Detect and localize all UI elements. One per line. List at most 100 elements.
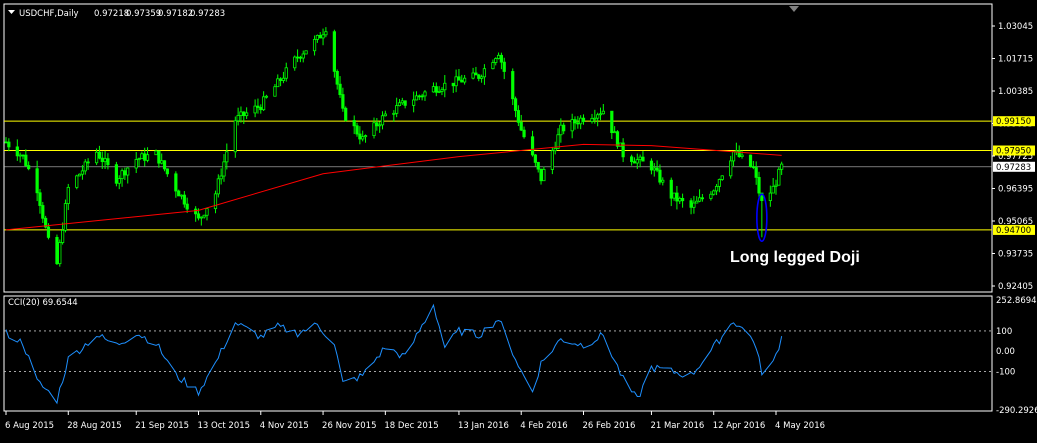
candle-body xyxy=(601,110,605,115)
candle-body xyxy=(264,95,269,98)
candle-body xyxy=(165,168,169,175)
candle-body xyxy=(273,86,277,97)
candle-body xyxy=(222,161,226,177)
candle-body xyxy=(714,185,719,192)
candle-body xyxy=(58,242,62,265)
candle-body xyxy=(75,175,79,188)
candle-body xyxy=(635,159,639,164)
cci-tick-label: -100 xyxy=(996,367,1015,377)
candle-body xyxy=(757,177,761,194)
candle-body xyxy=(579,117,583,125)
candle-body xyxy=(233,120,237,153)
moving-average-line xyxy=(5,143,782,231)
candle-body xyxy=(114,164,119,184)
candle-body xyxy=(479,76,484,79)
candle-body xyxy=(157,150,161,164)
candle-body xyxy=(321,34,325,39)
candle-body xyxy=(460,79,464,83)
candle-body xyxy=(18,154,22,157)
cci-line xyxy=(5,303,783,405)
candle-body xyxy=(182,194,186,205)
candle-body xyxy=(397,102,402,107)
candle-body xyxy=(259,107,263,111)
date-tick-label: 26 Feb 2016 xyxy=(583,421,636,431)
candle-body xyxy=(35,168,39,194)
candle-body xyxy=(355,125,359,135)
cci-tick-label: 0.00 xyxy=(996,347,1015,357)
candle-body xyxy=(61,229,65,243)
date-tick-label: 13 Oct 2015 xyxy=(198,421,251,431)
candle-body xyxy=(253,105,257,114)
candle-body xyxy=(598,113,603,116)
date-tick-label: 18 Dec 2015 xyxy=(384,421,438,431)
candle-body xyxy=(630,156,634,162)
candle-body xyxy=(491,62,495,70)
ohlc-low: 0.97182 xyxy=(158,9,193,19)
candle-body xyxy=(120,170,124,179)
ohlc-high: 0.97359 xyxy=(126,9,161,19)
candle-body xyxy=(477,74,481,79)
candle-body xyxy=(539,168,543,182)
candle-body xyxy=(496,54,501,59)
chart-canvas[interactable]: USDCHF,Daily 0.97218 0.97359 0.97182 0.9… xyxy=(0,0,1037,439)
level-tag-label: 0.97950 xyxy=(996,147,1031,157)
candle-body xyxy=(562,124,566,132)
candle-body xyxy=(522,129,526,138)
candle-body xyxy=(680,198,685,202)
candle-body xyxy=(312,39,317,52)
candle-body xyxy=(301,53,305,59)
price-tick-label: 0.92405 xyxy=(998,282,1033,292)
candle-body xyxy=(499,54,504,63)
candle-body xyxy=(262,96,266,111)
candle-body xyxy=(675,192,679,202)
candle-body xyxy=(199,216,203,219)
candle-body xyxy=(613,131,617,134)
candle-body xyxy=(720,175,724,180)
candle-body xyxy=(162,160,167,170)
candle-body xyxy=(474,72,478,76)
candle-body xyxy=(100,157,104,163)
candle-body xyxy=(649,160,654,171)
candle-body xyxy=(516,110,520,123)
scroll-marker-icon[interactable] xyxy=(789,6,799,12)
candle-body xyxy=(216,178,220,195)
date-tick-label: 21 Mar 2016 xyxy=(650,421,704,431)
candle-body xyxy=(225,151,229,163)
candle-body xyxy=(344,107,348,121)
candle-body xyxy=(457,76,461,81)
candle-body xyxy=(179,194,184,197)
chart-window[interactable]: USDCHF,Daily 0.97218 0.97359 0.97182 0.9… xyxy=(0,0,1037,439)
candle-body xyxy=(610,110,614,134)
current-price-label: 0.97283 xyxy=(996,163,1031,173)
candle-body xyxy=(295,56,300,59)
annotation-label: Long legged Doji xyxy=(730,249,860,266)
candle-body xyxy=(638,156,642,161)
candle-body xyxy=(335,70,339,85)
candle-body xyxy=(471,72,475,79)
candle-body xyxy=(160,160,164,164)
candle-body xyxy=(697,197,702,202)
triangle-down-icon[interactable] xyxy=(8,10,15,14)
candle-body xyxy=(315,35,319,40)
candle-body xyxy=(412,99,416,106)
candle-body xyxy=(324,31,328,36)
candle-body xyxy=(383,113,387,117)
candle-body xyxy=(661,179,665,183)
ohlc-open: 0.97218 xyxy=(94,9,129,19)
price-tick-label: 1.01715 xyxy=(998,55,1033,65)
candle-body xyxy=(403,100,407,106)
price-tick-label: 1.00385 xyxy=(998,87,1033,97)
candle-body xyxy=(375,122,379,127)
candle-body xyxy=(278,78,283,81)
candle-body xyxy=(596,114,600,119)
candle-body xyxy=(256,105,260,108)
candle-body xyxy=(126,167,130,176)
candle-body xyxy=(451,82,455,87)
candle-body xyxy=(692,202,696,208)
candle-body xyxy=(154,150,158,156)
candle-body xyxy=(185,203,189,210)
candle-body xyxy=(281,77,286,81)
candle-body xyxy=(717,179,721,187)
cci-tick-label: -290.2926 xyxy=(996,406,1037,416)
candle-body xyxy=(94,151,99,164)
